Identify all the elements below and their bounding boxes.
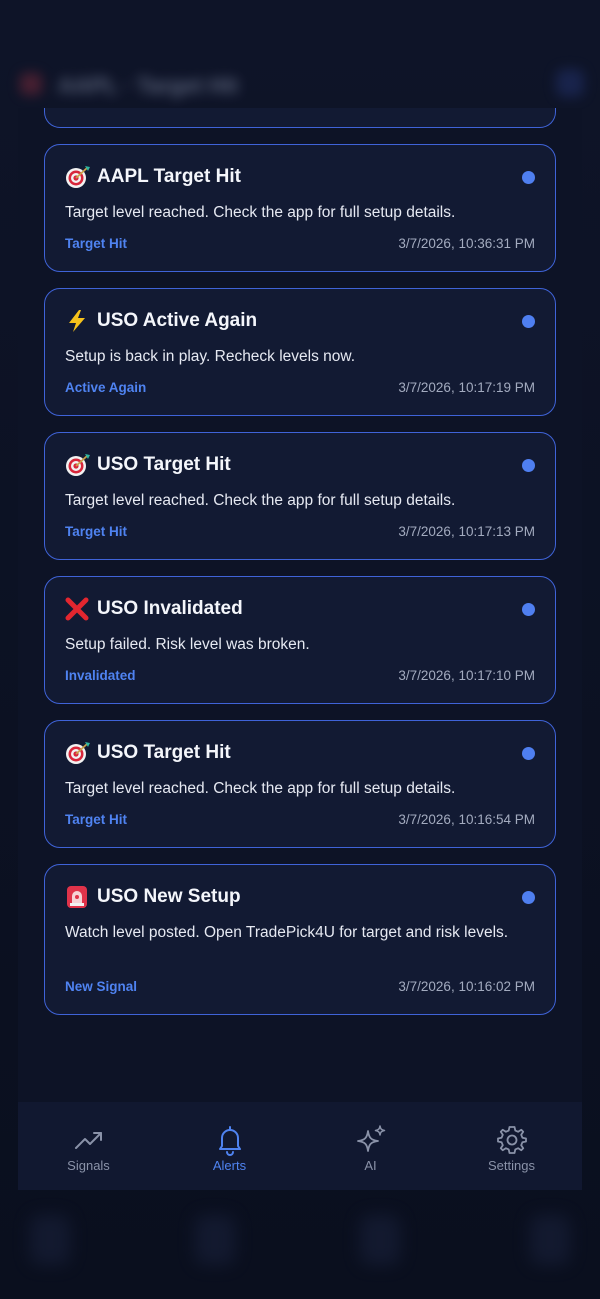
alert-body: Target level reached. Check the app for … [65,204,456,221]
alert-timestamp: 3/7/2026, 10:16:02 PM [398,979,535,994]
alert-title: USO Target Hit [97,454,231,475]
alert-title: USO New Setup [97,886,241,907]
alert-body: Setup is back in play. Recheck levels no… [65,348,356,365]
bell-icon [218,1126,241,1156]
alert-title: AAPL Target Hit [97,166,241,187]
alert-timestamp: 3/7/2026, 10:17:13 PM [398,524,535,539]
alert-timestamp: 3/7/2026, 10:16:54 PM [398,812,535,827]
alert-tag: Active Again [65,380,147,395]
unread-dot [522,171,535,184]
tab-ai[interactable]: AI [300,1102,441,1190]
alert-body: Watch level posted. Open TradePick4U for… [65,924,509,941]
alert-card[interactable]: USO Active Again Setup is back in play. … [44,288,556,416]
tab-label: Alerts [212,1158,247,1173]
tab-settings[interactable]: Settings [441,1102,582,1190]
unread-dot [522,459,535,472]
trending-up-icon [74,1132,102,1149]
alert-title: USO Invalidated [97,598,243,619]
gear-icon [496,1126,527,1154]
alert-tag: Target Hit [65,812,128,827]
alert-body: Setup failed. Risk level was broken. [65,636,310,653]
background-tabbar [0,1195,600,1299]
siren-icon [65,885,91,909]
alerts-sheet: AAPL Target Hit Target level reached. Ch… [18,108,582,1190]
target-icon [65,741,91,765]
alert-body: Target level reached. Check the app for … [65,780,456,797]
background-header-button [556,69,584,97]
alert-card[interactable]: AAPL Target Hit Target level reached. Ch… [44,144,556,272]
alert-card-partial[interactable] [44,108,556,128]
target-icon [65,165,91,189]
alert-card[interactable]: USO Target Hit Target level reached. Che… [44,432,556,560]
background-header: AAPL · Target Hit [0,55,600,115]
alert-card[interactable]: USO New Setup Watch level posted. Open T… [44,864,556,1015]
tab-signals[interactable]: Signals [18,1102,159,1190]
target-icon [65,453,91,477]
unread-dot [522,747,535,760]
lightning-icon [65,309,91,333]
unread-dot [522,891,535,904]
sparkles-icon [356,1125,385,1152]
tab-label: Settings [488,1158,535,1173]
tab-label: AI [364,1158,377,1173]
tab-label: Signals [67,1158,110,1173]
tab-bar: Signals Alerts AI Settings [18,1102,582,1190]
alert-timestamp: 3/7/2026, 10:17:19 PM [398,380,535,395]
tab-alerts[interactable]: Alerts [159,1102,300,1190]
unread-dot [522,315,535,328]
alert-tag: New Signal [65,979,138,994]
alert-tag: Target Hit [65,236,128,251]
alert-tag: Invalidated [65,668,136,683]
alert-body: Target level reached. Check the app for … [65,492,456,509]
alert-tag: Target Hit [65,524,128,539]
alert-card[interactable]: USO Invalidated Setup failed. Risk level… [44,576,556,704]
alert-title: USO Target Hit [97,742,231,763]
background-header-icon [20,73,42,95]
alert-title: USO Active Again [97,310,258,331]
cross-mark-icon [65,597,91,621]
alert-timestamp: 3/7/2026, 10:17:10 PM [398,668,535,683]
unread-dot [522,603,535,616]
alert-card[interactable]: USO Target Hit Target level reached. Che… [44,720,556,848]
background-header-title: AAPL · Target Hit [58,73,239,98]
alert-timestamp: 3/7/2026, 10:36:31 PM [398,236,535,251]
